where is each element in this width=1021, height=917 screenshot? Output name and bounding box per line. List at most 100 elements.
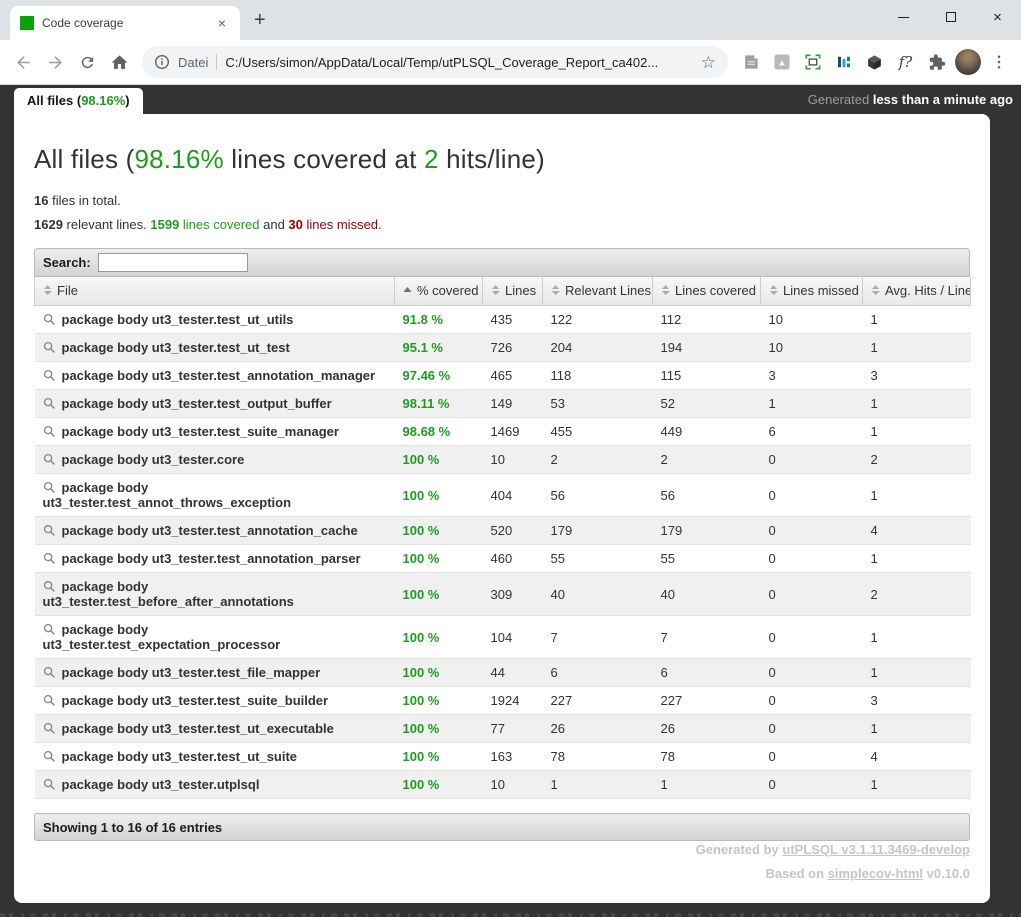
avg-cell: 4 <box>863 517 971 545</box>
table-row[interactable]: package body ut3_tester.utplsql 100 % 10… <box>35 771 971 799</box>
percent-value: 100 % <box>403 488 440 503</box>
summary: 16 files in total. 1629 relevant lines. … <box>34 189 970 237</box>
file-cell[interactable]: package body ut3_tester.test_output_buff… <box>35 390 395 418</box>
table-row[interactable]: package body ut3_tester.core 100 % 10 2 … <box>35 446 971 474</box>
covered-cell: 179 <box>653 517 761 545</box>
extension-stats-button[interactable] <box>829 47 858 77</box>
file-cell[interactable]: package body ut3_tester.core <box>35 446 395 474</box>
lines-cell: 10 <box>483 446 543 474</box>
file-cell[interactable]: package body ut3_tester.utplsql <box>35 771 395 799</box>
missed-value: 0 <box>769 665 776 680</box>
extension-font-button[interactable]: f? <box>891 47 920 77</box>
file-cell[interactable]: package body ut3_tester.test_annotation_… <box>35 545 395 573</box>
screenshot-icon <box>803 52 823 72</box>
file-cell[interactable]: package body ut3_tester.test_annotation_… <box>35 362 395 390</box>
table-row[interactable]: package body ut3_tester.test_file_mapper… <box>35 659 971 687</box>
table-row[interactable]: package body ut3_tester.test_expectation… <box>35 616 971 659</box>
extensions-puzzle-button[interactable] <box>922 47 951 77</box>
lines-value: 726 <box>491 340 513 355</box>
table-row[interactable]: package body ut3_tester.test_ut_suite 10… <box>35 743 971 771</box>
table-row[interactable]: package body ut3_tester.test_suite_manag… <box>35 418 971 446</box>
percent-value: 95.1 % <box>403 340 443 355</box>
table-row[interactable]: package body ut3_tester.test_annotation_… <box>35 362 971 390</box>
utplsql-link[interactable]: utPLSQL v3.1.11.3469-develop <box>782 842 970 857</box>
lines-value: 1924 <box>491 693 520 708</box>
file-name: package body ut3_tester.core <box>62 452 245 467</box>
lines-cell: 163 <box>483 743 543 771</box>
covered-cell: 56 <box>653 474 761 517</box>
file-cell[interactable]: package body ut3_tester.test_suite_manag… <box>35 418 395 446</box>
column-header-file[interactable]: File <box>35 277 395 306</box>
file-cell[interactable]: package body ut3_tester.test_ut_executab… <box>35 715 395 743</box>
bookmark-star-icon[interactable]: ☆ <box>701 54 716 71</box>
close-button[interactable]: × <box>974 0 1021 34</box>
table-row[interactable]: package body ut3_tester.test_before_afte… <box>35 573 971 616</box>
magnifier-icon <box>43 313 56 326</box>
missed-value: 0 <box>769 777 776 792</box>
simplecov-link[interactable]: simplecov-html <box>828 866 923 881</box>
search-input[interactable] <box>98 253 248 272</box>
reload-button[interactable] <box>72 47 102 77</box>
relevant-value: 56 <box>551 488 565 503</box>
column-header-lines[interactable]: Lines <box>483 277 543 306</box>
covered-value: 449 <box>661 424 683 439</box>
new-tab-button[interactable]: + <box>254 10 266 30</box>
address-bar[interactable]: Datei C:/Users/simon/AppData/Local/Temp/… <box>142 46 728 78</box>
extension-screenshot-button[interactable] <box>798 47 827 77</box>
file-name: package body ut3_tester.test_annotation_… <box>62 368 376 383</box>
table-row[interactable]: package body ut3_tester.test_ut_test 95.… <box>35 334 971 362</box>
coverage-table: File % covered Lines Relevant Lines Line… <box>34 277 971 799</box>
url-text[interactable]: C:/Users/simon/AppData/Local/Temp/utPLSQ… <box>225 55 692 70</box>
home-button[interactable] <box>104 47 134 77</box>
info-icon[interactable] <box>154 54 170 70</box>
avg-cell: 1 <box>863 715 971 743</box>
all-files-tab[interactable]: All files (98.16%) <box>14 88 143 114</box>
file-cell[interactable]: package body ut3_tester.test_suite_build… <box>35 687 395 715</box>
relevant-value: 78 <box>551 749 565 764</box>
title-percent: 98.16% <box>134 144 223 174</box>
file-cell[interactable]: package body ut3_tester.test_annotation_… <box>35 517 395 545</box>
file-cell[interactable]: package body ut3_tester.test_file_mapper <box>35 659 395 687</box>
minimize-button[interactable] <box>880 0 927 34</box>
table-row[interactable]: package body ut3_tester.test_annot_throw… <box>35 474 971 517</box>
profile-button[interactable] <box>953 47 982 77</box>
table-row[interactable]: package body ut3_tester.test_ut_executab… <box>35 715 971 743</box>
file-cell[interactable]: package body ut3_tester.test_ut_utils <box>35 306 395 334</box>
avg-cell: 1 <box>863 418 971 446</box>
column-header-percent[interactable]: % covered <box>395 277 483 306</box>
column-header-relevant[interactable]: Relevant Lines <box>543 277 653 306</box>
covered-value: 26 <box>661 721 675 736</box>
column-header-covered[interactable]: Lines covered <box>653 277 761 306</box>
percent-value: 100 % <box>403 452 440 467</box>
back-button[interactable] <box>8 47 38 77</box>
maximize-button[interactable] <box>927 0 974 34</box>
column-header-missed[interactable]: Lines missed <box>761 277 863 306</box>
missed-value: 0 <box>769 523 776 538</box>
generated-time: less than a minute ago <box>873 92 1013 107</box>
file-cell[interactable]: package body ut3_tester.test_before_afte… <box>35 573 395 616</box>
file-cell[interactable]: package body ut3_tester.test_annot_throw… <box>35 474 395 517</box>
report-tab-bar: All files (98.16%) Generated less than a… <box>0 85 1021 114</box>
table-row[interactable]: package body ut3_tester.test_ut_utils 91… <box>35 306 971 334</box>
file-cell[interactable]: package body ut3_tester.test_ut_test <box>35 334 395 362</box>
extension-cube-button[interactable] <box>860 47 889 77</box>
covered-cell: 1 <box>653 771 761 799</box>
percent-value: 100 % <box>403 693 440 708</box>
browser-tab[interactable]: Code coverage × <box>10 6 240 40</box>
forward-button[interactable] <box>40 47 70 77</box>
extension-pdf-button[interactable] <box>767 47 796 77</box>
extension-reader-button[interactable] <box>736 47 765 77</box>
browser-menu-button[interactable] <box>984 47 1013 77</box>
column-header-avg-hits[interactable]: Avg. Hits / Line <box>863 277 971 306</box>
table-row[interactable]: package body ut3_tester.test_annotation_… <box>35 545 971 573</box>
table-row[interactable]: package body ut3_tester.test_annotation_… <box>35 517 971 545</box>
table-row[interactable]: package body ut3_tester.test_output_buff… <box>35 390 971 418</box>
relevant-cell: 1 <box>543 771 653 799</box>
table-row[interactable]: package body ut3_tester.test_suite_build… <box>35 687 971 715</box>
covered-cell: 52 <box>653 390 761 418</box>
file-cell[interactable]: package body ut3_tester.test_expectation… <box>35 616 395 659</box>
file-cell[interactable]: package body ut3_tester.test_ut_suite <box>35 743 395 771</box>
tab-close-icon[interactable]: × <box>214 14 230 32</box>
percent-cell: 97.46 % <box>395 362 483 390</box>
avg-value: 3 <box>871 368 878 383</box>
